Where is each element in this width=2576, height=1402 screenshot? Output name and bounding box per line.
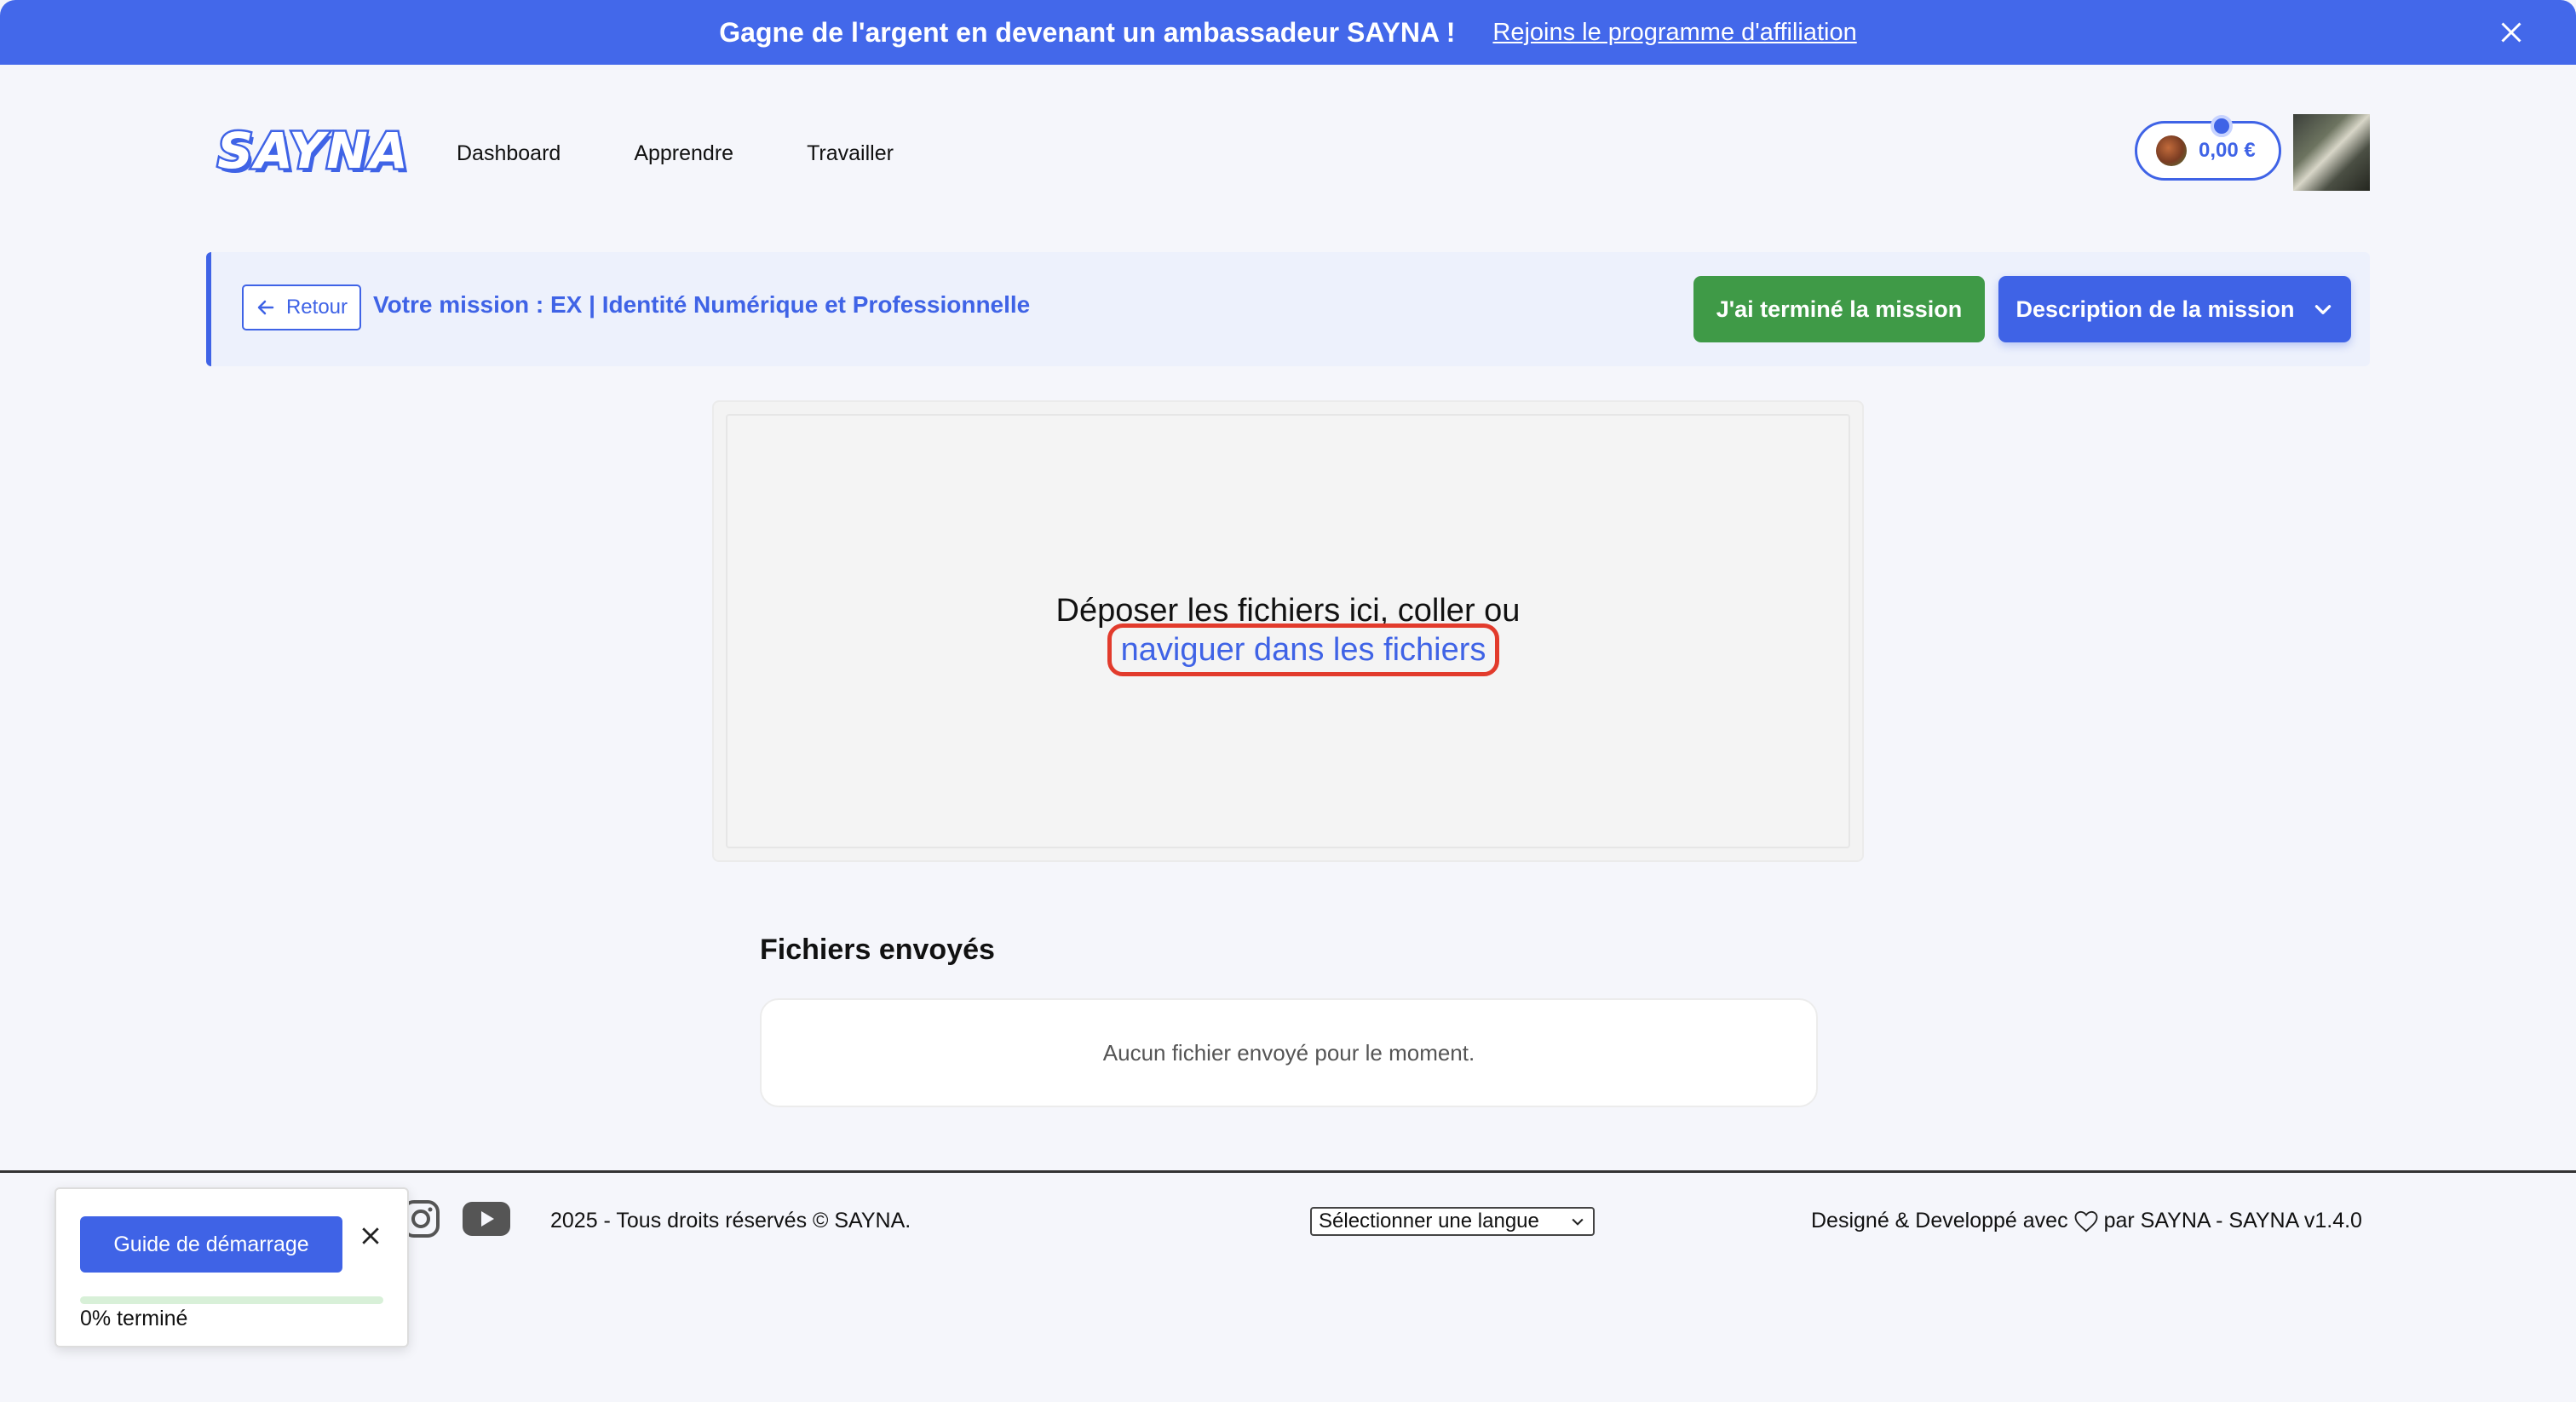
- back-button[interactable]: Retour: [242, 284, 361, 330]
- youtube-icon[interactable]: [462, 1201, 511, 1237]
- mission-done-button[interactable]: J'ai terminé la mission: [1693, 276, 1985, 342]
- browse-files-link[interactable]: naviguer dans les fichiers: [1107, 623, 1499, 676]
- main-nav: Dashboard Apprendre Travailler: [457, 141, 894, 166]
- nav-dashboard[interactable]: Dashboard: [457, 141, 561, 166]
- sayna-logo[interactable]: SAYNA: [216, 120, 410, 182]
- mission-title: Votre mission : EX | Identité Numérique …: [373, 291, 1031, 318]
- credits-after: par SAYNA - SAYNA v1.4.0: [2103, 1209, 2362, 1232]
- chevron-down-icon: [2314, 305, 2331, 314]
- sent-files-list: Aucun fichier envoyé pour le moment.: [760, 998, 1818, 1107]
- back-label: Retour: [285, 296, 348, 319]
- credits: Designé & Developpé avec par SAYNA - SAY…: [1811, 1209, 2362, 1233]
- top-navbar: SAYNA Dashboard Apprendre Travailler 0,0…: [0, 65, 2576, 244]
- affiliate-program-link[interactable]: Rejoins le programme d'affiliation: [1492, 19, 1856, 47]
- notification-dot: [2211, 115, 2233, 137]
- heart-icon: [2074, 1210, 2098, 1232]
- guide-status: 0% terminé: [80, 1307, 188, 1330]
- nav-travailler[interactable]: Travailler: [807, 141, 894, 166]
- coin-icon: [2156, 135, 2187, 166]
- wallet-amount: 0,00 €: [2199, 139, 2256, 162]
- chevron-down-icon: [1572, 1218, 1584, 1226]
- onboarding-guide: Guide de démarrage 0% terminé: [55, 1187, 409, 1347]
- mission-description-button[interactable]: Description de la mission: [1998, 276, 2351, 342]
- close-icon[interactable]: [358, 1223, 383, 1249]
- copyright: 2025 - Tous droits réservés © SAYNA.: [550, 1209, 911, 1232]
- arrow-left-icon: [257, 300, 274, 315]
- banner-text: Gagne de l'argent en devenant un ambassa…: [719, 16, 1456, 48]
- mission-description-label: Description de la mission: [2015, 296, 2295, 322]
- guide-start-button[interactable]: Guide de démarrage: [80, 1216, 342, 1273]
- credits-before: Designé & Developpé avec: [1811, 1209, 2068, 1232]
- social-links: [400, 1198, 511, 1239]
- mission-bar: Retour Votre mission : EX | Identité Num…: [206, 252, 2370, 366]
- sent-files-title: Fichiers envoyés: [760, 934, 995, 966]
- affiliate-banner: Gagne de l'argent en devenant un ambassa…: [0, 0, 2576, 65]
- language-select[interactable]: Sélectionner une langue: [1310, 1207, 1595, 1236]
- file-dropzone[interactable]: Déposer les fichiers ici, coller ou navi…: [712, 400, 1864, 862]
- nav-apprendre[interactable]: Apprendre: [634, 141, 733, 166]
- dropzone-area: Déposer les fichiers ici, coller ou navi…: [726, 414, 1850, 848]
- guide-progress-bar: [80, 1296, 383, 1304]
- wallet-button[interactable]: 0,00 €: [2135, 115, 2281, 181]
- sent-files-empty: Aucun fichier envoyé pour le moment.: [1102, 1039, 1475, 1066]
- user-avatar[interactable]: [2293, 114, 2370, 191]
- language-select-value: Sélectionner une langue: [1319, 1210, 1539, 1232]
- close-icon[interactable]: [2496, 17, 2527, 48]
